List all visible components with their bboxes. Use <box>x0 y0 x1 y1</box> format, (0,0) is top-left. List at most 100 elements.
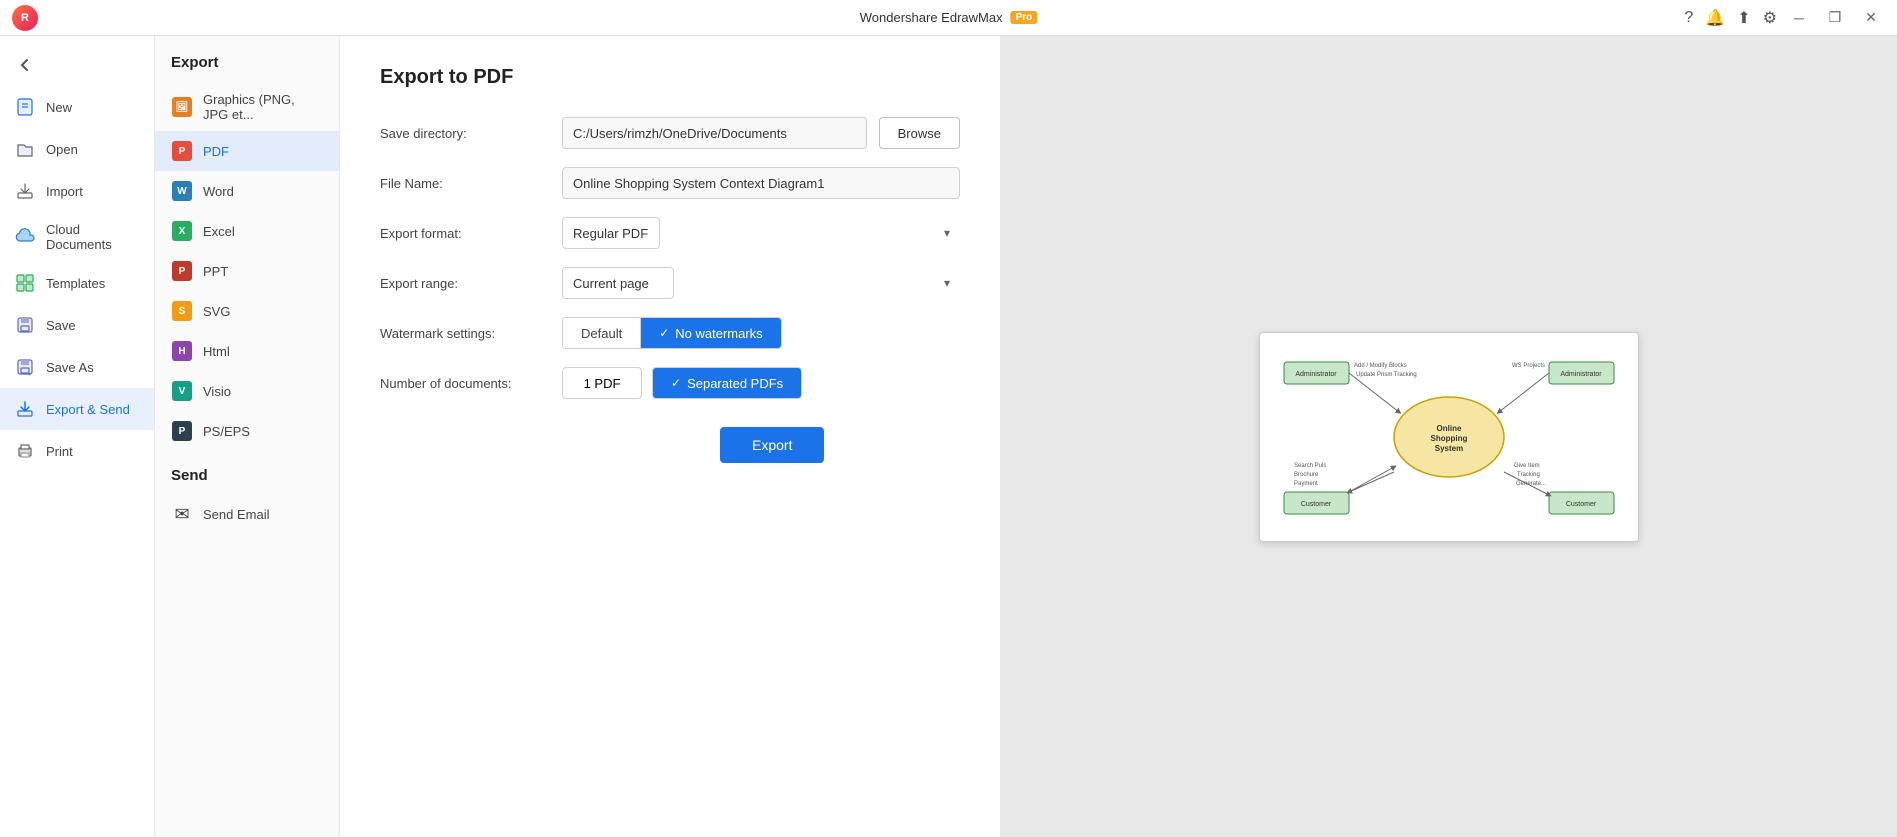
import-label: Import <box>46 184 83 199</box>
svg-text:Update Prism Tracking: Update Prism Tracking <box>1356 372 1417 378</box>
watermark-none-btn[interactable]: ✓ No watermarks <box>641 318 780 348</box>
restore-button[interactable]: ❐ <box>1821 7 1849 29</box>
send-section-title: Send <box>155 451 339 494</box>
svg-text:Customer: Customer <box>1300 501 1331 508</box>
svg-text:Generate...: Generate... <box>1516 481 1546 487</box>
separated-pdfs-btn[interactable]: ✓ Separated PDFs <box>653 368 801 398</box>
export-form: Export to PDF Save directory: Browse Fil… <box>340 36 1000 837</box>
export-item-pdf[interactable]: P PDF <box>155 131 339 171</box>
share-icon[interactable]: ⬆ <box>1737 8 1750 28</box>
notification-icon[interactable]: 🔔 <box>1705 8 1725 28</box>
export-range-wrapper: Current page All pages Selected pages <box>562 267 960 299</box>
checkmark-icon2: ✓ <box>671 376 681 390</box>
open-label: Open <box>46 142 78 157</box>
export-item-ppt[interactable]: P PPT <box>155 251 339 291</box>
file-name-input[interactable] <box>562 167 960 199</box>
cloud-label: Cloud Documents <box>46 222 140 252</box>
print-icon <box>14 440 36 462</box>
num-docs-input[interactable] <box>562 367 642 399</box>
export-item-graphics[interactable]: 🖼 Graphics (PNG, JPG et... <box>155 83 339 131</box>
visio-icon: V <box>171 380 193 402</box>
sidebar-item-export[interactable]: Export & Send <box>0 388 154 430</box>
app-title: Wondershare EdrawMax <box>860 10 1003 25</box>
export-range-select[interactable]: Current page All pages Selected pages <box>562 267 674 299</box>
svg-text:Add / Modify Blocks: Add / Modify Blocks <box>1354 363 1407 369</box>
save-directory-input[interactable] <box>562 117 867 149</box>
sidebar-item-cloud[interactable]: Cloud Documents <box>0 212 154 262</box>
templates-label: Templates <box>46 276 105 291</box>
svg-text:Online: Online <box>1436 424 1461 433</box>
watermark-label: Watermark settings: <box>380 326 550 341</box>
saveas-label: Save As <box>46 360 94 375</box>
num-docs-label: Number of documents: <box>380 376 550 391</box>
export-panel-title: Export <box>155 46 339 83</box>
settings-icon[interactable]: ⚙ <box>1763 8 1777 28</box>
titlebar-title-area: Wondershare EdrawMax Pro <box>860 10 1038 25</box>
excel-label: Excel <box>203 224 235 239</box>
watermark-controls: Default ✓ No watermarks <box>562 317 782 349</box>
help-icon[interactable]: ? <box>1684 9 1693 27</box>
email-label: Send Email <box>203 507 269 522</box>
import-icon <box>14 180 36 202</box>
svg-text:Shopping: Shopping <box>1430 434 1467 443</box>
export-item-word[interactable]: W Word <box>155 171 339 211</box>
num-docs-row: Number of documents: ✓ Separated PDFs <box>380 367 960 399</box>
content-area: Export to PDF Save directory: Browse Fil… <box>340 36 1897 837</box>
open-icon <box>14 138 36 160</box>
pdf-label: PDF <box>203 144 229 159</box>
separated-pdfs-toggle: ✓ Separated PDFs <box>652 367 802 399</box>
excel-icon: X <box>171 220 193 242</box>
sidebar-item-print[interactable]: Print <box>0 430 154 472</box>
export-item-visio[interactable]: V Visio <box>155 371 339 411</box>
pdf-icon: P <box>171 140 193 162</box>
close-button[interactable]: ✕ <box>1857 7 1885 29</box>
ppt-label: PPT <box>203 264 228 279</box>
svg-text:Tracking: Tracking <box>1517 472 1540 478</box>
titlebar-controls: ? 🔔 ⬆ ⚙ ─ ❐ ✕ <box>1684 7 1885 29</box>
print-label: Print <box>46 444 73 459</box>
export-format-select[interactable]: Regular PDF PDF/A PDF/X <box>562 217 660 249</box>
svg-text:Search Puls: Search Puls <box>1294 463 1326 469</box>
export-icon <box>14 398 36 420</box>
export-format-row: Export format: Regular PDF PDF/A PDF/X <box>380 217 960 249</box>
sidebar-item-templates[interactable]: Templates <box>0 262 154 304</box>
ppt-icon: P <box>171 260 193 282</box>
email-icon: ✉ <box>171 503 193 525</box>
export-item-html[interactable]: H Html <box>155 331 339 371</box>
cloud-icon <box>14 226 36 248</box>
watermark-row: Watermark settings: Default ✓ No waterma… <box>380 317 960 349</box>
export-range-row: Export range: Current page All pages Sel… <box>380 267 960 299</box>
sidebar-item-save[interactable]: Save <box>0 304 154 346</box>
sidebar-item-new[interactable]: New <box>0 86 154 128</box>
sidebar-item-open[interactable]: Open <box>0 128 154 170</box>
diagram-svg: Online Shopping System Administrator Adm… <box>1264 337 1634 537</box>
minimize-button[interactable]: ─ <box>1785 7 1813 29</box>
export-panel: Export 🖼 Graphics (PNG, JPG et... P PDF … <box>155 36 340 837</box>
export-form-title: Export to PDF <box>380 66 960 89</box>
svg-text:Administrator: Administrator <box>1560 371 1602 378</box>
export-item-pseps[interactable]: P PS/EPS <box>155 411 339 451</box>
export-button[interactable]: Export <box>720 427 824 463</box>
svg-text:Administrator: Administrator <box>1295 371 1337 378</box>
word-label: Word <box>203 184 234 199</box>
export-item-excel[interactable]: X Excel <box>155 211 339 251</box>
diagram-preview: Online Shopping System Administrator Adm… <box>1259 332 1639 542</box>
export-item-email[interactable]: ✉ Send Email <box>155 494 339 534</box>
header-right-tools: ? 🔔 ⬆ ⚙ <box>1684 8 1777 28</box>
new-label: New <box>46 100 72 115</box>
html-label: Html <box>203 344 230 359</box>
browse-button[interactable]: Browse <box>879 117 960 149</box>
save-directory-label: Save directory: <box>380 126 550 141</box>
titlebar: R Wondershare EdrawMax Pro ? 🔔 ⬆ ⚙ ─ ❐ ✕ <box>0 0 1897 36</box>
sidebar-item-import[interactable]: Import <box>0 170 154 212</box>
svg-text:+: + <box>27 371 31 377</box>
avatar[interactable]: R <box>12 5 38 31</box>
export-range-label: Export range: <box>380 276 550 291</box>
sidebar-item-saveas[interactable]: + Save As <box>0 346 154 388</box>
templates-icon <box>14 272 36 294</box>
export-item-svg[interactable]: S SVG <box>155 291 339 331</box>
export-btn-row: Export <box>550 417 960 463</box>
svg-text:System: System <box>1434 444 1462 453</box>
back-button[interactable] <box>0 44 154 86</box>
watermark-default-btn[interactable]: Default <box>563 318 640 348</box>
